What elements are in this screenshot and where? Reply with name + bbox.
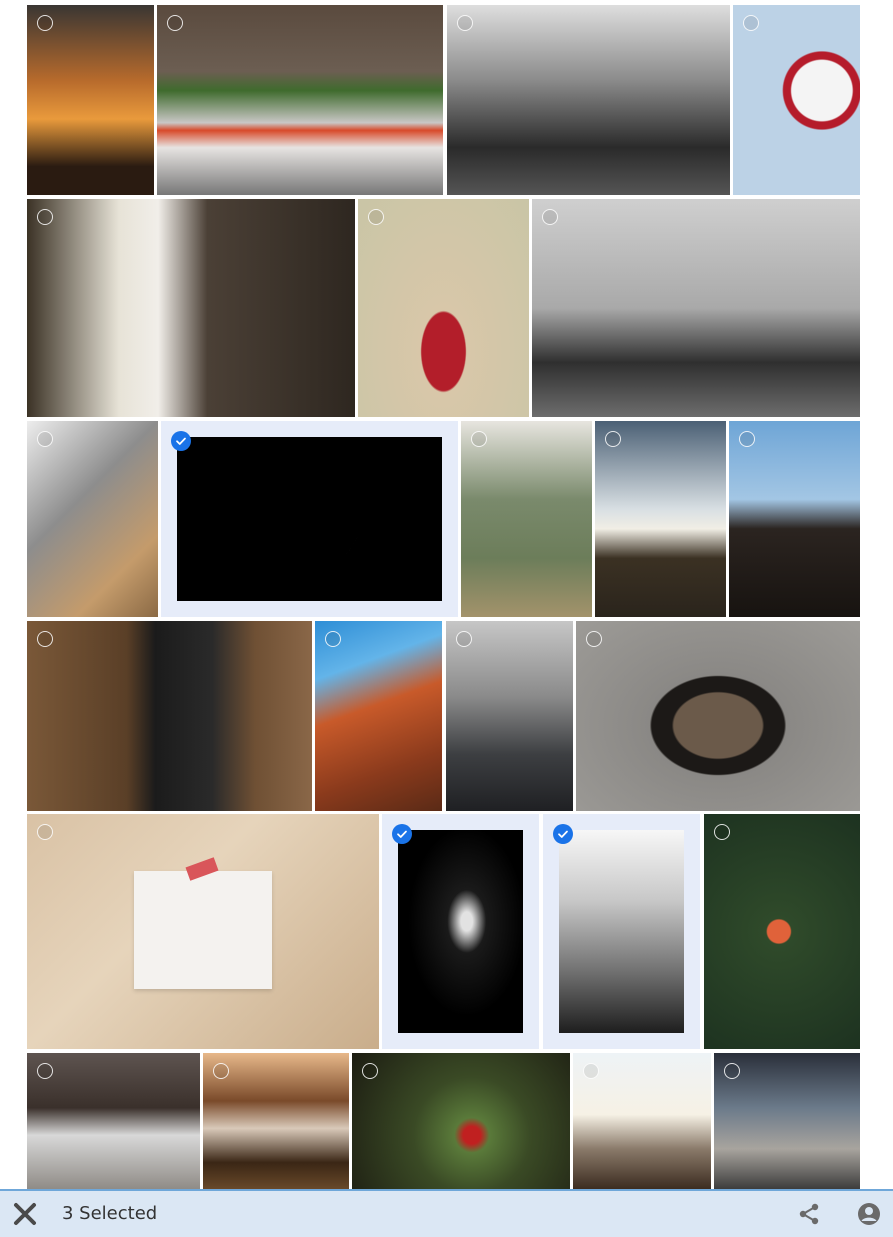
photo-thumbnail <box>27 199 355 417</box>
photo-tile[interactable] <box>704 814 860 1049</box>
select-circle-icon[interactable] <box>743 15 759 31</box>
select-circle-icon[interactable] <box>325 631 341 647</box>
photo-thumbnail <box>447 5 730 195</box>
photo-tile[interactable] <box>27 621 312 811</box>
select-circle-icon[interactable] <box>362 1063 378 1079</box>
photo-tile-selected[interactable] <box>543 814 700 1049</box>
photo-thumbnail <box>729 421 860 617</box>
photo-thumbnail <box>27 814 379 1049</box>
select-circle-icon[interactable] <box>714 824 730 840</box>
photo-thumbnail <box>704 814 860 1049</box>
photo-tile[interactable] <box>573 1053 711 1190</box>
photo-tile-selected[interactable] <box>161 421 458 617</box>
select-circle-icon[interactable] <box>457 15 473 31</box>
select-circle-icon[interactable] <box>37 431 53 447</box>
select-circle-icon[interactable] <box>37 824 53 840</box>
photo-thumbnail <box>595 421 726 617</box>
select-circle-icon[interactable] <box>739 431 755 447</box>
photo-thumbnail <box>576 621 860 811</box>
select-circle-icon[interactable] <box>167 15 183 31</box>
photo-tile[interactable] <box>358 199 529 417</box>
photo-tile[interactable] <box>27 421 158 617</box>
select-circle-icon[interactable] <box>368 209 384 225</box>
selected-check-icon[interactable] <box>171 431 191 451</box>
photo-thumbnail <box>461 421 592 617</box>
select-circle-icon[interactable] <box>583 1063 599 1079</box>
photo-tile[interactable] <box>27 199 355 417</box>
photo-tile[interactable] <box>532 199 860 417</box>
photo-tile[interactable] <box>714 1053 860 1190</box>
photo-tile[interactable] <box>576 621 860 811</box>
selected-count-label: 3 Selected <box>62 1203 158 1224</box>
photo-tile[interactable] <box>27 814 379 1049</box>
select-circle-icon[interactable] <box>605 431 621 447</box>
share-icon[interactable] <box>797 1202 821 1226</box>
photo-tile[interactable] <box>315 621 442 811</box>
photo-tile[interactable] <box>203 1053 349 1190</box>
selected-check-icon[interactable] <box>553 824 573 844</box>
photo-tile[interactable] <box>352 1053 570 1190</box>
photo-thumbnail <box>559 830 684 1033</box>
photo-thumbnail <box>358 199 529 417</box>
photo-tile[interactable] <box>27 5 154 195</box>
select-circle-icon[interactable] <box>456 631 472 647</box>
photo-grid <box>0 0 893 1237</box>
select-circle-icon[interactable] <box>586 631 602 647</box>
select-circle-icon[interactable] <box>37 1063 53 1079</box>
moon-crescent <box>272 467 363 573</box>
select-circle-icon[interactable] <box>37 631 53 647</box>
photo-thumbnail <box>157 5 443 195</box>
photo-tile[interactable] <box>446 621 573 811</box>
select-circle-icon[interactable] <box>37 209 53 225</box>
photo-tile[interactable] <box>729 421 860 617</box>
select-circle-icon[interactable] <box>724 1063 740 1079</box>
photo-thumbnail <box>27 1053 200 1190</box>
photo-tile-selected[interactable] <box>382 814 539 1049</box>
close-icon[interactable] <box>13 1202 37 1226</box>
photo-thumbnail <box>733 5 860 195</box>
photo-thumbnail <box>532 199 860 417</box>
photo-tile[interactable] <box>447 5 730 195</box>
select-circle-icon[interactable] <box>213 1063 229 1079</box>
photo-thumbnail <box>315 621 442 811</box>
select-circle-icon[interactable] <box>542 209 558 225</box>
selected-check-icon[interactable] <box>392 824 412 844</box>
photo-thumbnail <box>398 830 523 1033</box>
paper-note <box>134 871 272 989</box>
select-circle-icon[interactable] <box>471 431 487 447</box>
selection-action-bar: 3 Selected <box>0 1189 893 1237</box>
account-icon[interactable] <box>857 1202 881 1226</box>
photo-tile[interactable] <box>461 421 592 617</box>
photo-thumbnail <box>27 621 312 811</box>
photo-thumbnail <box>27 5 154 195</box>
photo-tile[interactable] <box>27 1053 200 1190</box>
select-circle-icon[interactable] <box>37 15 53 31</box>
photo-thumbnail <box>352 1053 570 1190</box>
photo-thumbnail <box>27 421 158 617</box>
photo-thumbnail <box>177 437 442 601</box>
photo-thumbnail <box>446 621 573 811</box>
photo-tile[interactable] <box>595 421 726 617</box>
photo-tile[interactable] <box>157 5 443 195</box>
photo-tile[interactable] <box>733 5 860 195</box>
